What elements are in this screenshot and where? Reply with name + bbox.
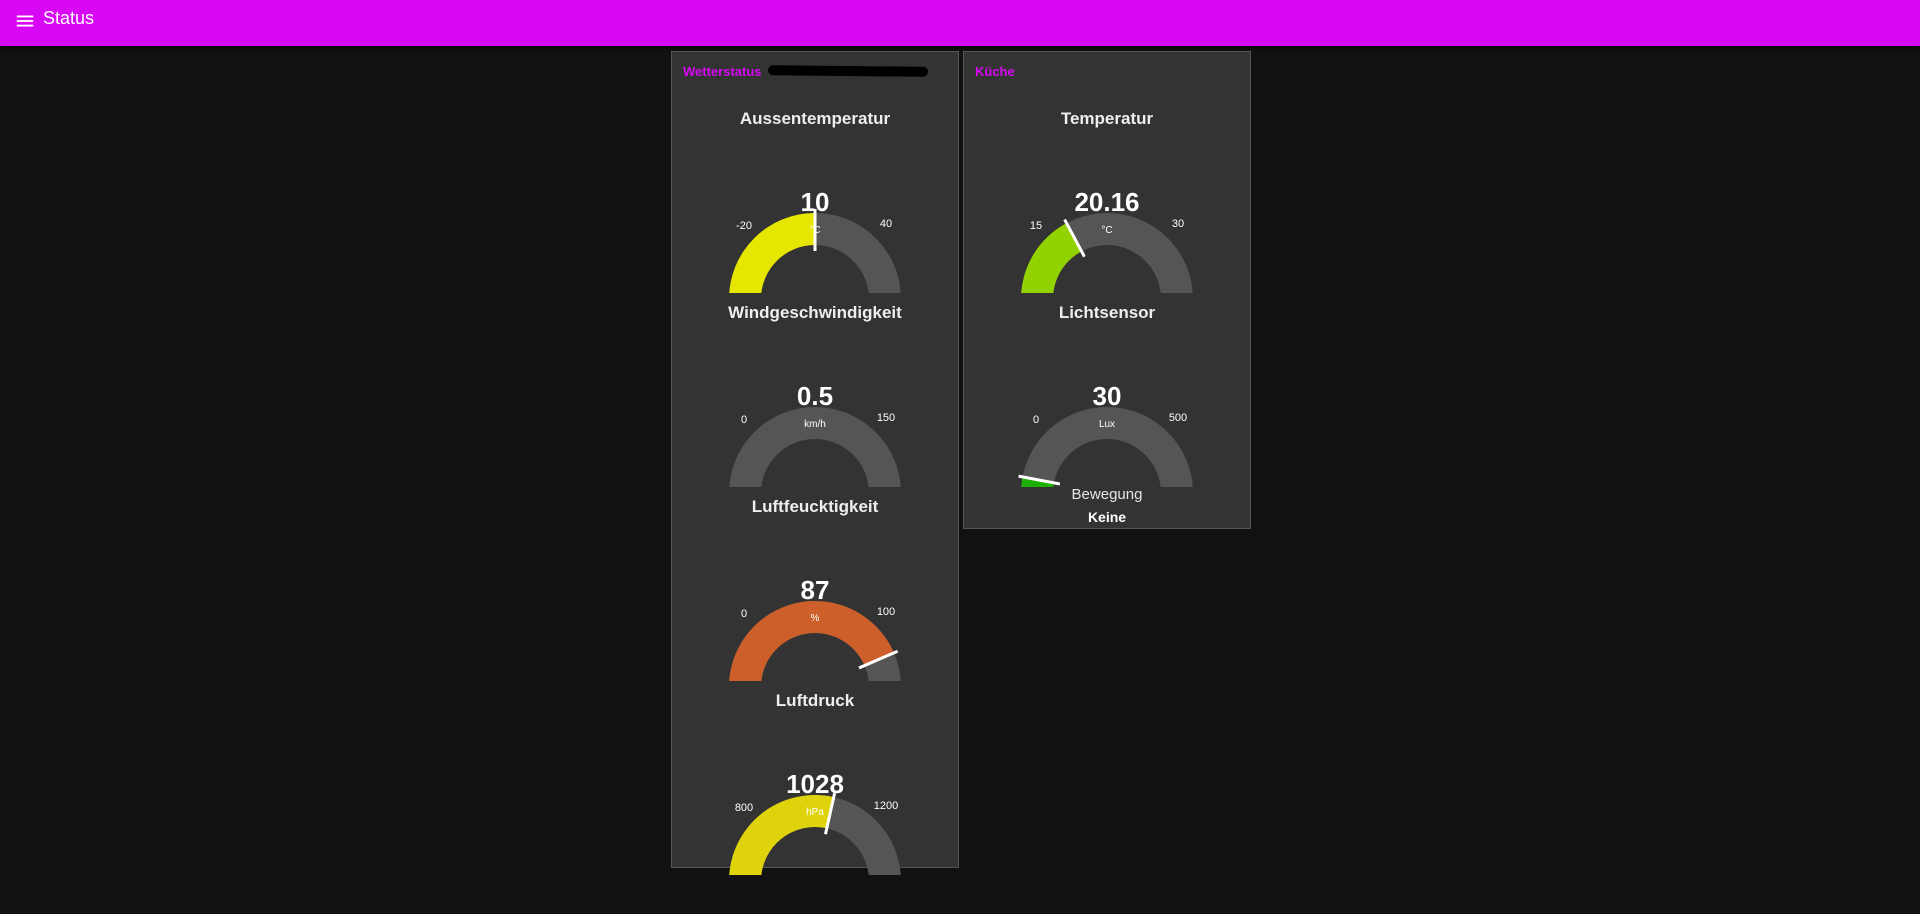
gauge-unit: °C [1101, 225, 1113, 236]
gauge-aussentemperatur: Aussentemperatur 10 °C -20 40 [672, 103, 958, 293]
gauge-value: 20.16 [1074, 187, 1140, 217]
gauge-value: 30 [1092, 381, 1122, 411]
gauge-max-label: 150 [876, 412, 896, 424]
gauge-max-label: 40 [879, 218, 893, 230]
text-widget-bewegung: Bewegung Keine [964, 486, 1250, 525]
gauge-min-label: 0 [1032, 414, 1040, 426]
gauge-luftdruck: Luftdruck 1028 hPa 800 1200 [672, 685, 958, 875]
gauge-unit: km/h [804, 419, 826, 430]
top-bar: Status [0, 0, 1920, 46]
gauge-unit: hPa [806, 807, 824, 818]
gauge-lichtsensor: Lichtsensor 30 Lux 0 500 [964, 297, 1250, 487]
gauge-value: 0.5 [796, 381, 834, 411]
group-title: Küche [975, 64, 1015, 79]
gauge-min-label: 15 [1029, 220, 1043, 232]
gauge-value: 87 [800, 575, 830, 605]
group-title: Wetterstatus [683, 64, 762, 79]
redaction-mark [767, 65, 929, 77]
motion-value: Keine [1087, 509, 1127, 525]
gauge-unit: °C [809, 225, 821, 236]
gauge-max-label: 1200 [873, 800, 899, 812]
gauge-min-label: -20 [736, 220, 752, 232]
group-kueche: Küche Temperatur 20.16 °C 15 30 Lichtsen… [963, 51, 1251, 529]
gauge-luftfeucktigkeit: Luftfeucktigkeit 87 % 0 100 [672, 491, 958, 681]
gauge-min-label: 0 [740, 608, 748, 620]
gauge-windgeschwindigkeit: Windgeschwindigkeit 0.5 km/h 0 150 [672, 297, 958, 487]
gauge-max-label: 500 [1168, 412, 1188, 424]
gauge-unit: % [810, 613, 820, 624]
page-title: Status [43, 8, 95, 28]
gauge-unit: Lux [1098, 419, 1116, 430]
gauge-min-label: 800 [734, 802, 754, 814]
gauge-min-label: 0 [740, 414, 748, 426]
gauge-temperatur: Temperatur 20.16 °C 15 30 [964, 103, 1250, 293]
gauge-value: 1028 [786, 769, 844, 799]
group-wetterstatus: Wetterstatus Aussentemperatur 10 °C -20 … [671, 51, 959, 875]
motion-label: Bewegung [1071, 486, 1143, 503]
menu-icon[interactable] [14, 10, 36, 32]
gauge-max-label: 30 [1171, 218, 1185, 230]
gauge-max-label: 100 [876, 606, 896, 618]
gauge-value: 10 [800, 187, 830, 217]
